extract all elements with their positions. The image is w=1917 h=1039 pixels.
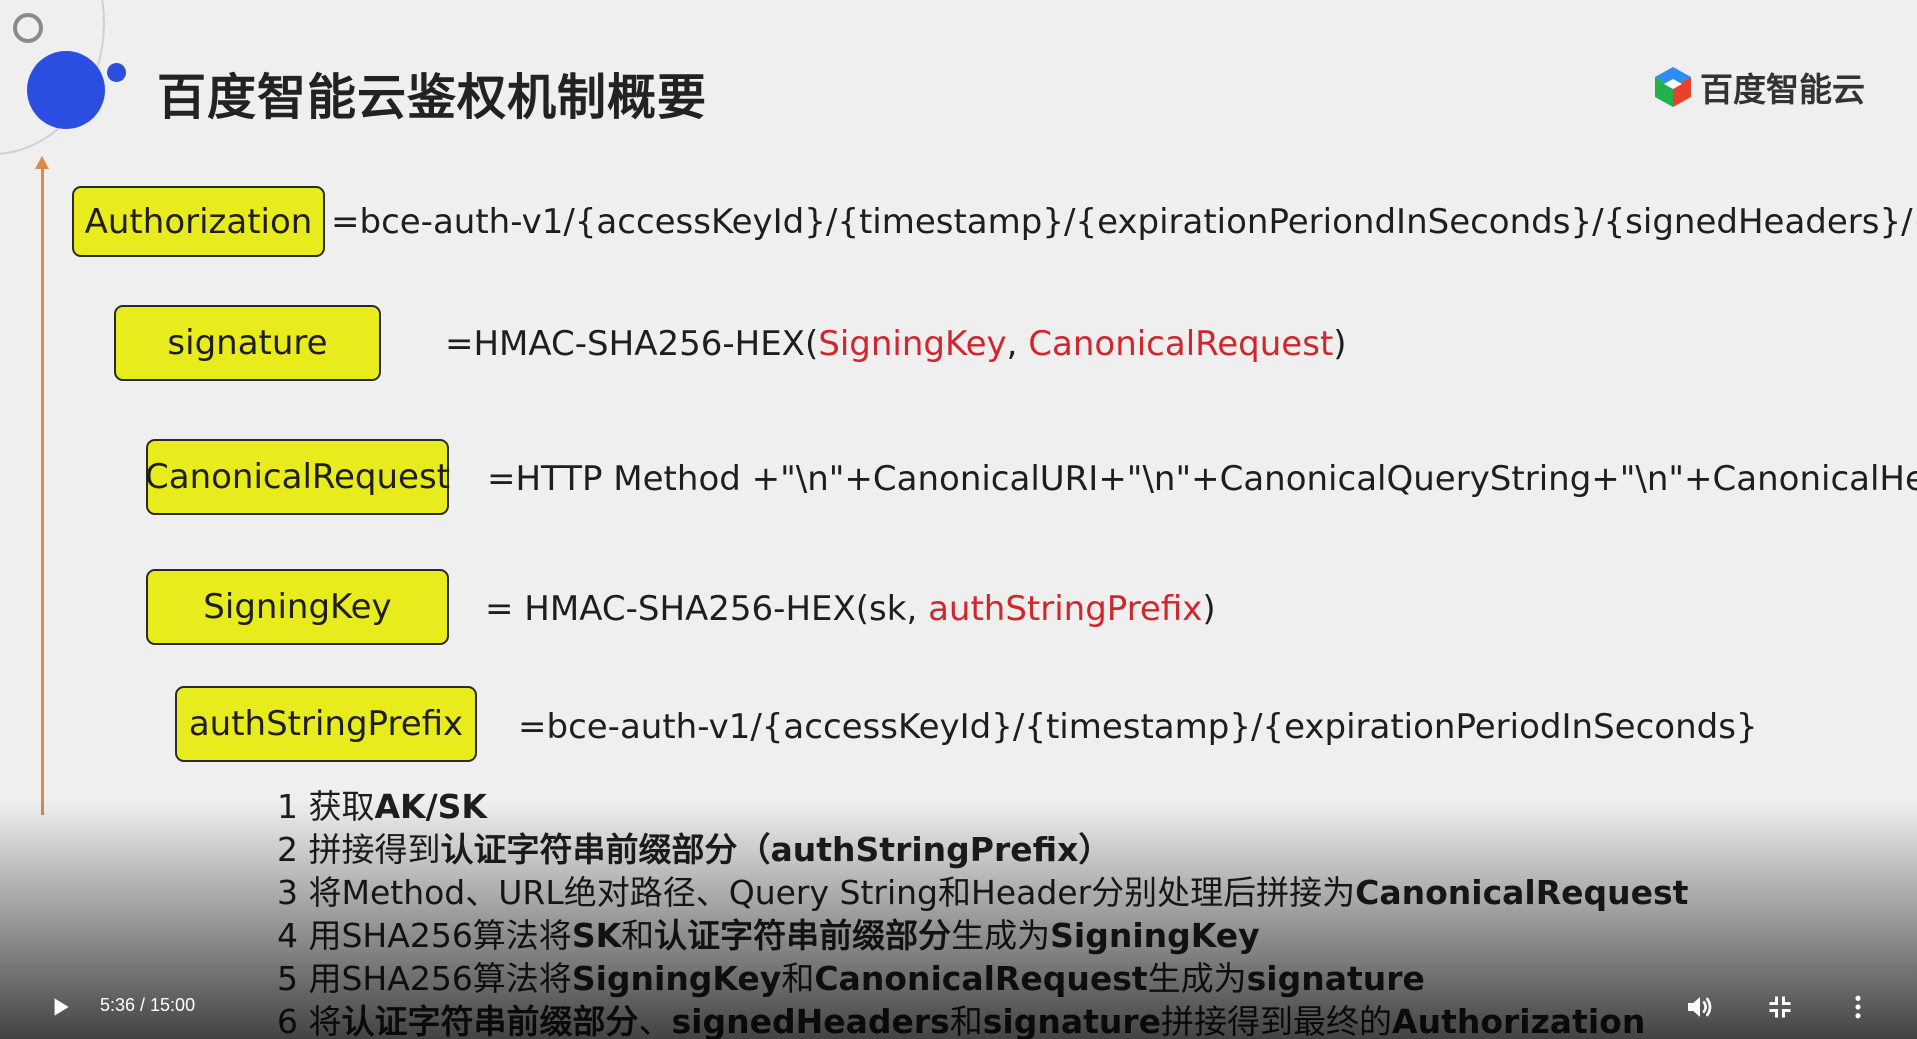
volume-icon: [1688, 997, 1712, 1017]
baidu-cloud-logo-icon: [1655, 67, 1691, 107]
formula-part: =bce-auth-v1/{accessKeyId}/{timestamp}/{…: [518, 707, 1758, 747]
term-box-canonical-request: CanonicalRequest: [145, 439, 451, 515]
formula-auth-string-prefix: =bce-auth-v1/{accessKeyId}/{timestamp}/{…: [518, 710, 1758, 744]
term-label: signature: [167, 323, 328, 363]
more-options-icon: [1855, 995, 1861, 1019]
step-item: 4 用SHA256算法将SK和认证字符串前缀部分生成为SigningKey: [277, 914, 1688, 957]
step-text-bold: SigningKey: [1050, 916, 1260, 955]
step-text: 1 获取: [277, 787, 375, 826]
term-label: SigningKey: [203, 587, 392, 627]
player-controls-bar: 5:36 / 15:00: [0, 975, 1917, 1039]
term-label: CanonicalRequest: [145, 457, 451, 497]
step-item: 2 拼接得到认证字符串前缀部分（authStringPrefix）: [277, 828, 1688, 871]
term-label: authStringPrefix: [188, 704, 464, 744]
formula-part: =bce-auth-v1/{accessKeyId}/{timestamp}/{…: [331, 202, 1917, 242]
formula-part: =HTTP Method +"\n"+CanonicalURI+"\n"+Can…: [487, 459, 1917, 499]
formula-part: ): [1333, 324, 1347, 364]
term-box-signature: signature: [114, 305, 381, 381]
video-player[interactable]: 百度智能云鉴权机制概要 百度智能云 Authorization =bce-aut…: [0, 0, 1917, 1039]
baidu-cloud-logo: 百度智能云: [1652, 63, 1865, 111]
formula-part-highlight: authStringPrefix: [928, 589, 1203, 629]
formula-authorization: =bce-auth-v1/{accessKeyId}/{timestamp}/{…: [331, 205, 1917, 239]
play-icon: [54, 998, 69, 1016]
more-options-button[interactable]: [1834, 983, 1882, 1031]
formula-part-highlight: SigningKey: [818, 324, 1007, 364]
formula-part: ,: [1006, 324, 1029, 364]
term-box-authorization: Authorization: [72, 186, 325, 257]
decorative-blue-dot: [107, 63, 126, 82]
formula-part: = HMAC-SHA256-HEX(sk,: [485, 589, 929, 629]
step-text: 生成为: [951, 916, 1051, 955]
term-label: Authorization: [84, 201, 313, 242]
time-display: 5:36 / 15:00: [100, 995, 196, 1015]
flow-arrow-head: [35, 156, 49, 169]
formula-canonical-request: =HTTP Method +"\n"+CanonicalURI+"\n"+Can…: [487, 462, 1917, 496]
formula-signing-key: = HMAC-SHA256-HEX(sk, authStringPrefix): [485, 592, 1216, 626]
exit-fullscreen-icon: [1769, 996, 1791, 1018]
term-box-auth-string-prefix: authStringPrefix: [175, 686, 477, 762]
decorative-blue-circle: [27, 51, 105, 129]
step-text-bold: CanonicalRequest: [1355, 873, 1689, 912]
formula-part-highlight: CanonicalRequest: [1028, 324, 1334, 364]
formula-part: =HMAC-SHA256-HEX(: [445, 324, 819, 364]
step-item: 3 将Method、URL绝对路径、Query String和Header分别处…: [277, 871, 1688, 914]
term-box-signing-key: SigningKey: [146, 569, 449, 645]
formula-signature: =HMAC-SHA256-HEX(SigningKey, CanonicalRe…: [445, 327, 1347, 361]
logo-text: 百度智能云: [1700, 70, 1865, 109]
slide-title: 百度智能云鉴权机制概要: [157, 69, 708, 126]
exit-fullscreen-button[interactable]: [1756, 983, 1804, 1031]
formula-part: ): [1202, 589, 1216, 629]
step-text: 4 用SHA256算法将: [277, 916, 572, 955]
step-text: 2 拼接得到: [277, 830, 441, 869]
decorative-ring: [13, 13, 43, 43]
play-button[interactable]: [36, 983, 84, 1031]
step-text: 和: [621, 916, 655, 955]
step-text-bold: SK: [571, 916, 622, 955]
step-text: 3 将Method、URL绝对路径、Query String和Header分别处…: [277, 873, 1356, 912]
step-text-bold: AK/SK: [374, 787, 488, 826]
flow-arrow-line: [41, 165, 44, 815]
step-text-bold: 认证字符串前缀部分: [654, 916, 952, 955]
volume-button[interactable]: [1676, 983, 1724, 1031]
step-text-bold: 认证字符串前缀部分（authStringPrefix）: [440, 830, 1112, 869]
step-item: 1 获取AK/SK: [277, 785, 1688, 828]
